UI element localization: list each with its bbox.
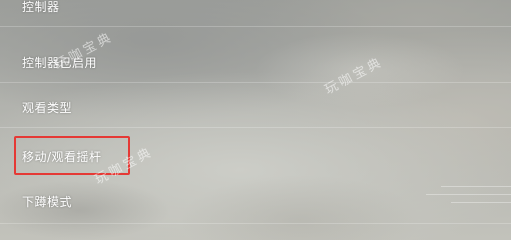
- menu-divider: [0, 26, 511, 27]
- menu-item-controller-enabled[interactable]: 控制器已启用: [22, 54, 97, 71]
- menu-item-controller[interactable]: 控制器: [22, 0, 60, 15]
- selection-highlight-box: [14, 136, 130, 175]
- menu-item-view-type[interactable]: 观看类型: [22, 99, 72, 116]
- track-line: [441, 186, 511, 187]
- menu-item-crouch-mode[interactable]: 下蹲模式: [22, 193, 72, 210]
- menu-divider: [0, 82, 511, 83]
- track-line: [426, 194, 511, 195]
- settings-menu: 控制器 控制器已启用 观看类型 移动/观看摇杆 下蹲模式: [0, 0, 511, 240]
- faint-track-lines: [421, 186, 511, 226]
- track-line: [451, 202, 511, 203]
- menu-divider: [0, 127, 511, 128]
